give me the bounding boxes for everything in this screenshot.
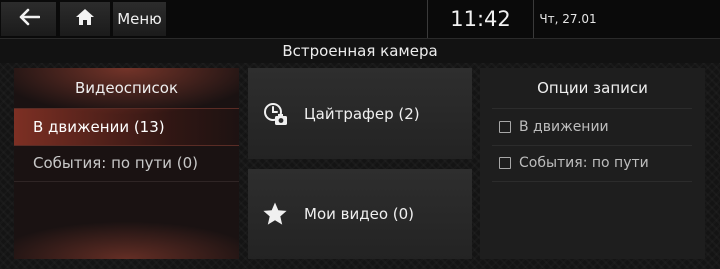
screen-title-bar: Встроенная камера	[0, 38, 720, 63]
checkbox[interactable]	[499, 157, 511, 169]
list-item-moving[interactable]: В движении (13)	[14, 108, 239, 146]
star-icon	[262, 201, 288, 227]
record-options-title: Опции записи	[537, 79, 648, 97]
home-icon	[75, 8, 95, 30]
video-list-title: Видеосписок	[74, 79, 179, 97]
option-record-moving[interactable]: В движении	[492, 108, 692, 146]
record-options-panel: Опции записи В движении События: по пути	[480, 68, 705, 259]
back-arrow-icon	[18, 8, 40, 30]
clock-time: 11:42	[450, 7, 511, 31]
status-bar: Меню 11:42 Чт, 27.01	[0, 0, 720, 38]
option-label: В движении	[519, 119, 609, 135]
timelapse-camera-icon	[262, 101, 288, 127]
video-list-panel: Видеосписок В движении (13) События: по …	[14, 68, 239, 259]
home-button[interactable]	[60, 2, 110, 36]
list-item-label: В движении (13)	[33, 118, 165, 136]
list-item-label: События: по пути (0)	[33, 154, 199, 172]
menu-button[interactable]: Меню	[113, 2, 166, 36]
option-label: События: по пути	[519, 155, 649, 171]
page-title: Встроенная камера	[282, 42, 438, 60]
list-item-events-on-way[interactable]: События: по пути (0)	[14, 145, 239, 182]
menu-label: Меню	[117, 10, 162, 28]
my-videos-button[interactable]: Мои видео (0)	[248, 169, 472, 259]
date-text: Чт, 27.01	[539, 12, 597, 26]
clock: 11:42	[427, 0, 534, 38]
back-button[interactable]	[1, 2, 56, 36]
checkbox[interactable]	[499, 121, 511, 133]
date: Чт, 27.01	[533, 0, 603, 38]
my-videos-label: Мои видео (0)	[304, 205, 415, 223]
timelapse-label: Цайтрафер (2)	[304, 104, 420, 123]
option-record-events[interactable]: События: по пути	[492, 145, 692, 182]
timelapse-button[interactable]: Цайтрафер (2)	[248, 68, 472, 159]
